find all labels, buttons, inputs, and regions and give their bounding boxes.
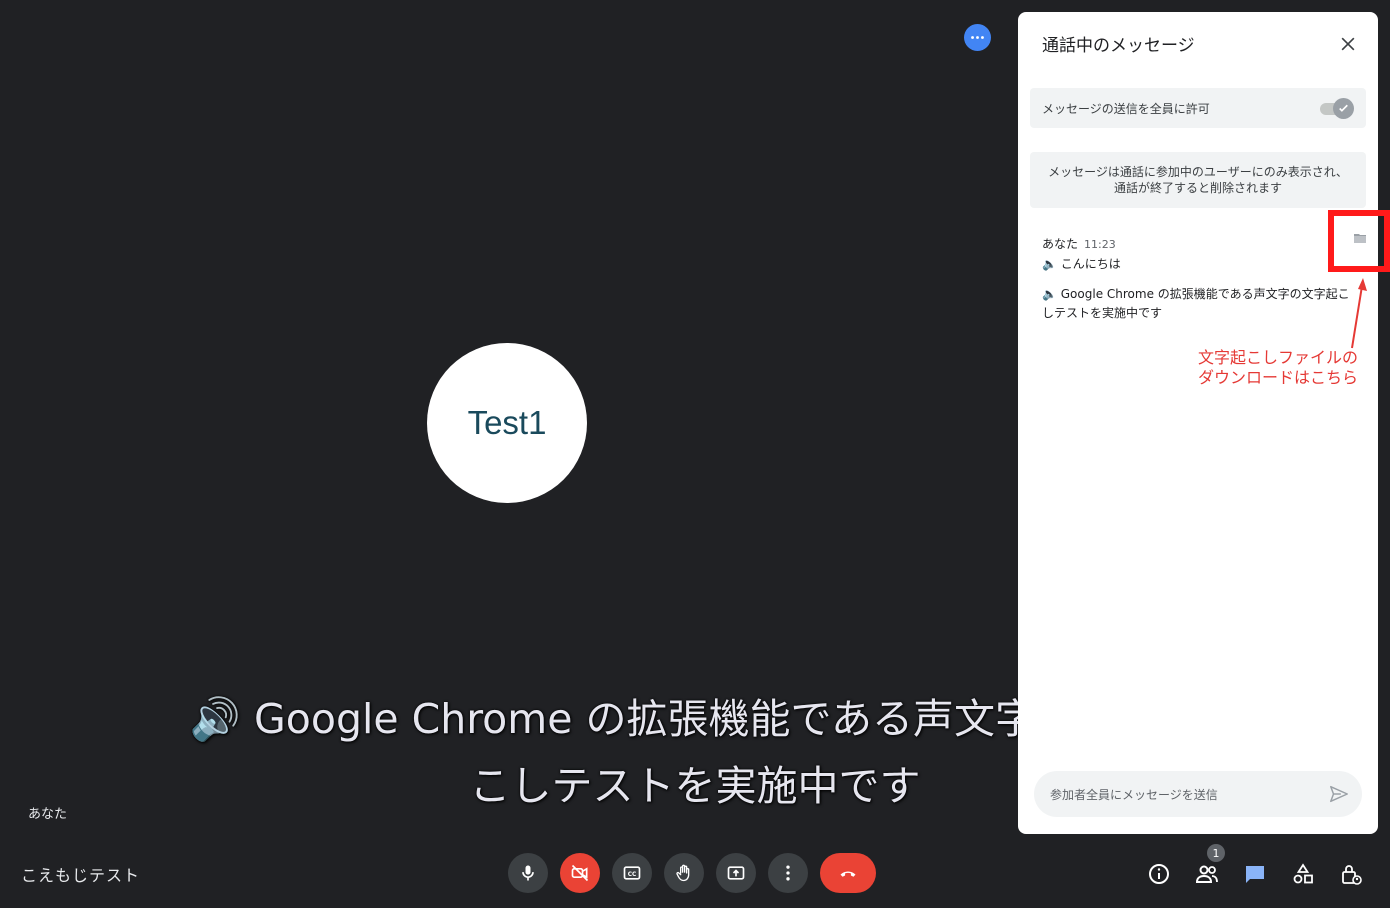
toggle-knob [1333,98,1354,119]
info-notice: メッセージは通話に参加中のユーザーにのみ表示され、 通話が終了すると削除されます [1030,152,1366,208]
message-line-2: 🔈 Google Chrome の拡張機能である声文字の文字起こしテストを実施中… [1042,287,1350,320]
chat-button[interactable] [1241,858,1269,890]
close-panel-button[interactable] [1336,32,1360,56]
raise-hand-button[interactable] [664,853,704,893]
lock-person-icon [1342,865,1362,885]
allow-messages-label: メッセージの送信を全員に許可 [1042,101,1210,116]
participants-button[interactable]: 1 [1193,844,1225,890]
participant-avatar: Test1 [427,343,587,503]
annotation-line-2: ダウンロードはこちら [1197,368,1358,387]
hang-up-button[interactable] [820,853,876,893]
present-icon [727,866,745,880]
hand-icon [676,864,690,882]
more-vert-icon [786,865,790,881]
more-horiz-icon [971,36,984,39]
shapes-icon [1293,863,1313,884]
captions-button[interactable]: CC [612,853,652,893]
participant-name: Test1 [467,404,547,441]
people-icon [1195,865,1218,883]
host-controls-button[interactable] [1337,858,1365,890]
camera-off-button[interactable] [560,853,600,893]
message-meta: あなた 11:23 [1042,235,1116,252]
mic-button[interactable] [508,853,548,893]
more-button[interactable] [768,853,808,893]
send-icon[interactable] [1328,783,1350,805]
annotation-line-1: 文字起こしファイルの [1197,348,1358,367]
present-button[interactable] [716,853,756,893]
chat-panel: 通話中のメッセージ メッセージの送信を全員に許可 メッセージは通話に参加中のユー… [1018,12,1378,834]
self-label: あなた [28,807,68,822]
annotation-arrow [1351,278,1367,349]
download-transcript-icon[interactable] [1352,230,1368,246]
message-time: 11:23 [1084,238,1116,251]
meeting-info-button[interactable] [1145,858,1173,890]
activities-button[interactable] [1289,858,1317,890]
allow-messages-toggle[interactable] [1318,98,1354,119]
call-end-icon [840,871,856,877]
videocam-off-icon [571,864,589,882]
info-text-line-1: メッセージは通話に参加中のユーザーにのみ表示され、 [1048,165,1348,179]
call-controls: CC [508,853,876,893]
close-icon [1341,37,1355,51]
allow-messages-row: メッセージの送信を全員に許可 [1030,88,1366,128]
right-controls: 1 [1145,844,1365,890]
message-sender: あなた [1042,237,1079,251]
cc-icon: CC [623,866,641,880]
chat-icon [1246,866,1264,883]
info-icon [1149,864,1169,884]
message-line-1: 🔈 こんにちは [1042,257,1121,271]
info-text-line-2: 通話が終了すると削除されます [1113,181,1282,195]
meeting-name: こえもじテスト [21,866,141,885]
check-icon [1339,104,1348,112]
more-options-dot[interactable] [964,24,991,51]
participants-count-badge: 1 [1207,844,1225,862]
panel-title: 通話中のメッセージ [1042,36,1195,56]
mic-icon [522,865,534,881]
download-annotation: 文字起こしファイルの ダウンロードはこちら [1160,348,1358,388]
message-input-placeholder: 参加者全員にメッセージを送信 [1050,787,1218,802]
message-input[interactable]: 参加者全員にメッセージを送信 [1034,771,1362,817]
svg-text:CC: CC [628,872,637,878]
